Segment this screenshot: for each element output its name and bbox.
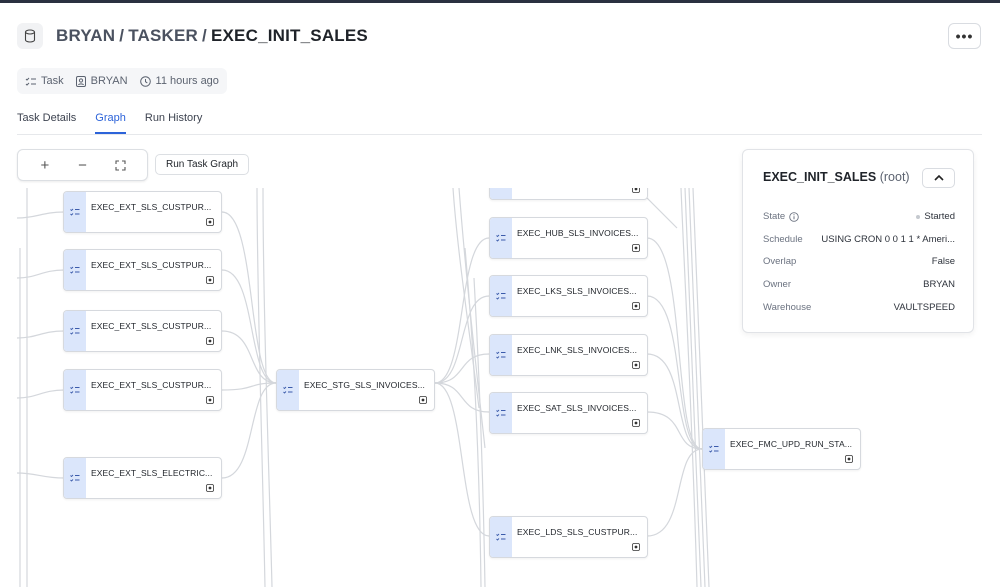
task-node-label: EXEC_EXT_SLS_CUSTPUR... bbox=[91, 202, 212, 212]
task-icon bbox=[490, 276, 512, 316]
task-icon bbox=[64, 250, 86, 290]
top-accent-bar bbox=[0, 0, 1000, 3]
graph-zoom-controls: + − bbox=[17, 149, 148, 181]
breadcrumb-current: EXEC_INIT_SALES bbox=[210, 26, 368, 45]
tab-bar: Task Details Graph Run History bbox=[17, 112, 202, 134]
task-icon bbox=[490, 517, 512, 557]
fullscreen-icon bbox=[115, 159, 126, 171]
status-icon bbox=[632, 188, 640, 193]
task-node[interactable]: EXEC_EXT_SLS_CUSTPUR... bbox=[63, 191, 222, 233]
status-icon bbox=[206, 484, 214, 492]
task-icon bbox=[703, 429, 725, 469]
task-icon bbox=[277, 370, 299, 410]
more-icon: ••• bbox=[955, 28, 974, 44]
task-node-label: EXEC_FMC_UPD_RUN_STA... bbox=[730, 439, 853, 449]
zoom-out-button[interactable]: − bbox=[70, 153, 94, 177]
task-icon bbox=[64, 192, 86, 232]
task-node-label: EXEC_LNK_SLS_INVOICES... bbox=[517, 345, 638, 355]
status-icon bbox=[206, 218, 214, 226]
panel-row-overlap: Overlap False bbox=[763, 256, 955, 267]
meta-updated: 11 hours ago bbox=[139, 75, 219, 87]
status-icon bbox=[632, 302, 640, 310]
task-icon bbox=[490, 393, 512, 433]
tab-graph[interactable]: Graph bbox=[95, 112, 126, 134]
more-options-button[interactable]: ••• bbox=[948, 23, 981, 49]
status-icon bbox=[632, 419, 640, 427]
task-node-partial[interactable] bbox=[489, 188, 648, 200]
breadcrumb-schema[interactable]: TASKER bbox=[128, 26, 198, 45]
clock-icon bbox=[139, 75, 151, 87]
status-icon bbox=[419, 396, 427, 404]
task-graph-canvas[interactable]: EXEC_EXT_SLS_CUSTPUR... EXEC_EXT_SLS_CUS… bbox=[17, 188, 742, 587]
task-node-overflow[interactable]: EXEC_FMC_UPD_RUN_STA... bbox=[702, 428, 861, 470]
task-icon bbox=[490, 335, 512, 375]
status-icon bbox=[206, 396, 214, 404]
breadcrumb-separator: / bbox=[202, 26, 207, 45]
task-node-label: EXEC_HUB_SLS_INVOICES... bbox=[517, 228, 639, 238]
task-icon bbox=[490, 188, 512, 199]
panel-row-warehouse: Warehouse VAULTSPEED bbox=[763, 302, 955, 313]
breadcrumb-database[interactable]: BRYAN bbox=[56, 26, 115, 45]
task-node-label: EXEC_LKS_SLS_INVOICES... bbox=[517, 286, 637, 296]
info-icon[interactable] bbox=[789, 211, 799, 222]
tab-run-history[interactable]: Run History bbox=[145, 112, 202, 134]
meta-owner: BRYAN bbox=[75, 75, 128, 87]
database-icon bbox=[17, 23, 43, 49]
status-icon bbox=[632, 361, 640, 369]
tab-divider bbox=[17, 134, 982, 135]
status-icon bbox=[206, 337, 214, 345]
task-node[interactable]: EXEC_LNK_SLS_INVOICES... bbox=[489, 334, 648, 376]
tab-task-details[interactable]: Task Details bbox=[17, 112, 76, 134]
task-node-label: EXEC_LDS_SLS_CUSTPUR... bbox=[517, 527, 638, 537]
collapse-panel-button[interactable] bbox=[922, 168, 955, 188]
task-node[interactable]: EXEC_EXT_SLS_CUSTPUR... bbox=[63, 369, 222, 411]
task-node-label: EXEC_EXT_SLS_CUSTPUR... bbox=[91, 321, 212, 331]
task-node-label: EXEC_EXT_SLS_ELECTRIC... bbox=[91, 468, 213, 478]
task-icon bbox=[64, 311, 86, 351]
panel-row-schedule: Schedule USING CRON 0 0 1 1 * Ameri... bbox=[763, 234, 955, 245]
chevron-up-icon bbox=[933, 175, 944, 181]
state-indicator-dot bbox=[916, 214, 921, 219]
task-icon bbox=[64, 458, 86, 498]
task-node[interactable]: EXEC_EXT_SLS_CUSTPUR... bbox=[63, 249, 222, 291]
task-node-label: EXEC_SAT_SLS_INVOICES... bbox=[517, 403, 637, 413]
zoom-in-button[interactable]: + bbox=[33, 153, 57, 177]
run-task-graph-button[interactable]: Run Task Graph bbox=[155, 154, 250, 175]
task-icon bbox=[25, 77, 36, 86]
task-node[interactable]: EXEC_HUB_SLS_INVOICES... bbox=[489, 217, 648, 259]
panel-task-name: EXEC_INIT_SALES bbox=[763, 170, 877, 184]
task-details-panel: EXEC_INIT_SALES (root) State Started Sch… bbox=[742, 149, 974, 333]
task-icon bbox=[64, 370, 86, 410]
status-icon bbox=[632, 244, 640, 252]
task-node[interactable]: EXEC_SAT_SLS_INVOICES... bbox=[489, 392, 648, 434]
task-node-label: EXEC_EXT_SLS_CUSTPUR... bbox=[91, 380, 212, 390]
fit-view-button[interactable] bbox=[108, 153, 132, 177]
root-tag: (root) bbox=[879, 170, 910, 184]
task-node[interactable]: EXEC_LKS_SLS_INVOICES... bbox=[489, 275, 648, 317]
task-node-label: EXEC_EXT_SLS_CUSTPUR... bbox=[91, 260, 212, 270]
user-badge-icon bbox=[75, 75, 86, 87]
task-node[interactable]: EXEC_STG_SLS_INVOICES... bbox=[276, 369, 435, 411]
status-icon bbox=[632, 543, 640, 551]
task-node-label: EXEC_STG_SLS_INVOICES... bbox=[304, 380, 425, 390]
object-meta: Task BRYAN 11 hours ago bbox=[17, 68, 227, 94]
page-title: BRYAN / TASKER / EXEC_INIT_SALES bbox=[56, 26, 368, 46]
meta-type: Task bbox=[25, 75, 64, 87]
task-node[interactable]: EXEC_EXT_SLS_ELECTRIC... bbox=[63, 457, 222, 499]
status-icon bbox=[206, 276, 214, 284]
breadcrumb-separator: / bbox=[119, 26, 125, 45]
task-node[interactable]: EXEC_EXT_SLS_CUSTPUR... bbox=[63, 310, 222, 352]
panel-row-state: State Started bbox=[763, 211, 955, 222]
task-icon bbox=[490, 218, 512, 258]
status-icon bbox=[845, 455, 853, 463]
panel-title: EXEC_INIT_SALES (root) bbox=[763, 170, 910, 184]
panel-row-owner: Owner BRYAN bbox=[763, 279, 955, 290]
task-node[interactable]: EXEC_LDS_SLS_CUSTPUR... bbox=[489, 516, 648, 558]
